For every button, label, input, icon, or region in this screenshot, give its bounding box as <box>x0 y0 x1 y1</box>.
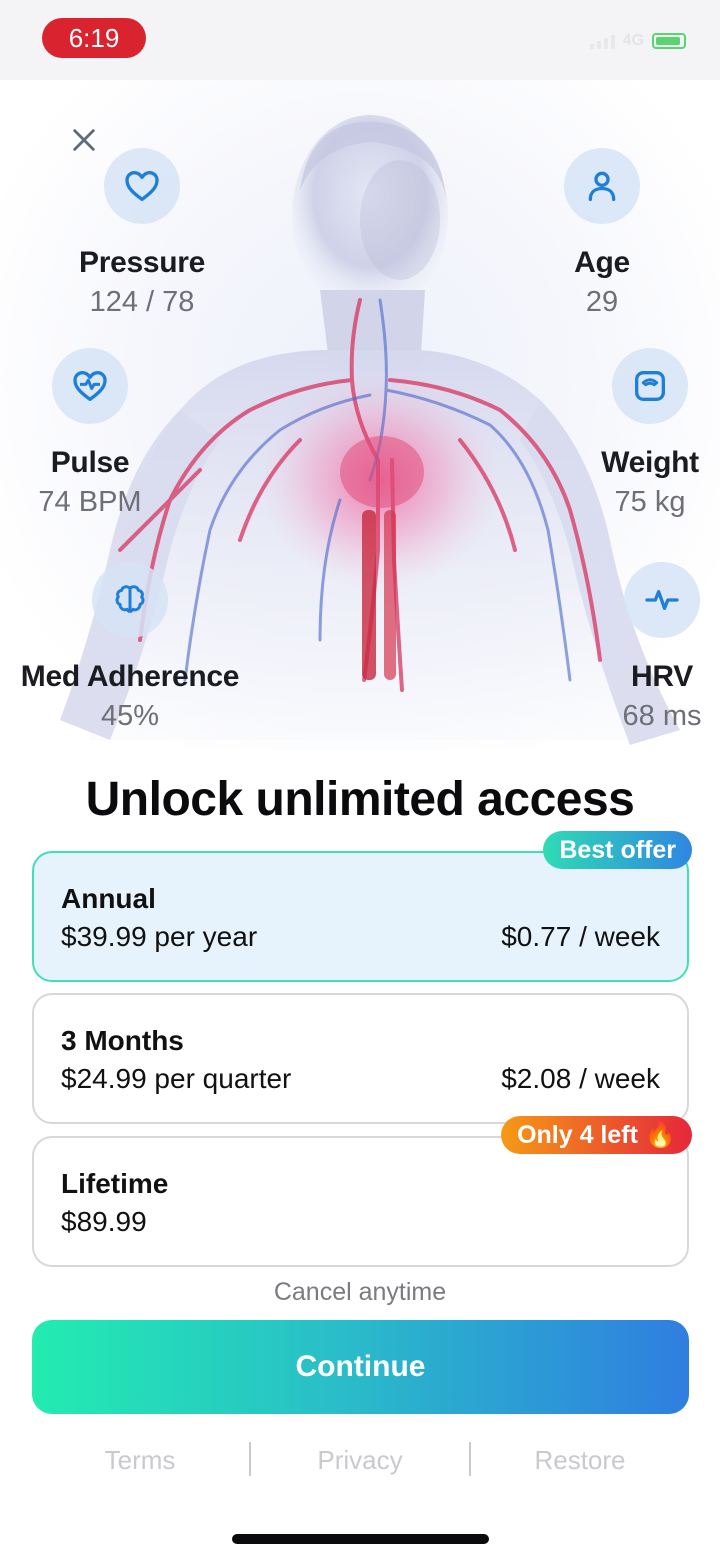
status-bar: 6:19 4G <box>0 0 720 80</box>
paywall-title: Unlock unlimited access <box>85 773 635 826</box>
plan-name: Annual <box>61 883 156 914</box>
best-offer-badge: Best offer <box>543 831 692 869</box>
metric-hrv: HRV 68 ms <box>592 562 720 733</box>
battery-icon <box>652 33 686 49</box>
plan-price: $89.99 <box>61 1206 147 1237</box>
footer-links: Terms Privacy Restore <box>0 1440 720 1480</box>
metric-label: Pulse <box>50 446 130 479</box>
continue-button[interactable]: Continue <box>32 1320 689 1414</box>
heart-icon <box>104 148 180 224</box>
metric-value: 75 kg <box>614 486 686 518</box>
activity-icon <box>624 562 700 638</box>
cancel-anytime-text: Cancel anytime <box>273 1278 447 1306</box>
heart-pulse-icon <box>52 348 128 424</box>
metric-value: 68 ms <box>622 700 702 732</box>
metric-label: Pressure <box>78 246 206 279</box>
metric-label: Age <box>574 246 630 279</box>
signal-icon <box>589 33 615 49</box>
metric-label: Med Adherence <box>20 660 240 693</box>
metric-value: 124 / 78 <box>89 286 195 318</box>
plan-name: 3 Months <box>61 1025 184 1056</box>
limited-stock-badge: Only 4 left 🔥 <box>501 1116 692 1154</box>
home-indicator[interactable] <box>232 1534 489 1544</box>
brain-icon <box>92 562 168 638</box>
network-type: 4G <box>622 32 644 49</box>
plan-weekly-price: $0.77 / week <box>501 921 660 952</box>
metric-age: Age 29 <box>502 148 702 319</box>
metric-med-adherence: Med Adherence 45% <box>10 562 250 733</box>
hero-illustration: Pressure 124 / 78 Age 29 Pulse 74 BPM We… <box>0 80 720 750</box>
privacy-link[interactable]: Privacy <box>250 1440 470 1480</box>
person-icon <box>564 148 640 224</box>
metric-value: 45% <box>100 700 160 732</box>
plan-lifetime[interactable]: Lifetime $89.99 <box>32 1136 689 1267</box>
plan-price: $39.99 per year <box>61 921 258 952</box>
plan-price: $24.99 per quarter <box>61 1063 292 1094</box>
metric-pressure: Pressure 124 / 78 <box>42 148 242 319</box>
metric-pulse: Pulse 74 BPM <box>10 348 170 519</box>
metric-weight: Weight 75 kg <box>570 348 720 519</box>
metric-label: HRV <box>631 660 693 693</box>
metric-value: 74 BPM <box>38 486 142 518</box>
scale-icon <box>612 348 688 424</box>
plan-annual[interactable]: Annual $39.99 per year $0.77 / week <box>32 851 689 982</box>
restore-link[interactable]: Restore <box>470 1440 690 1480</box>
status-time: 6:19 <box>42 18 146 58</box>
status-indicators: 4G <box>589 32 686 50</box>
metric-label: Weight <box>601 446 699 479</box>
plan-weekly-price: $2.08 / week <box>501 1063 660 1094</box>
terms-link[interactable]: Terms <box>30 1440 250 1480</box>
plan-3-months[interactable]: 3 Months $24.99 per quarter $2.08 / week <box>32 993 689 1124</box>
metric-value: 29 <box>585 286 619 318</box>
plan-name: Lifetime <box>61 1168 169 1199</box>
